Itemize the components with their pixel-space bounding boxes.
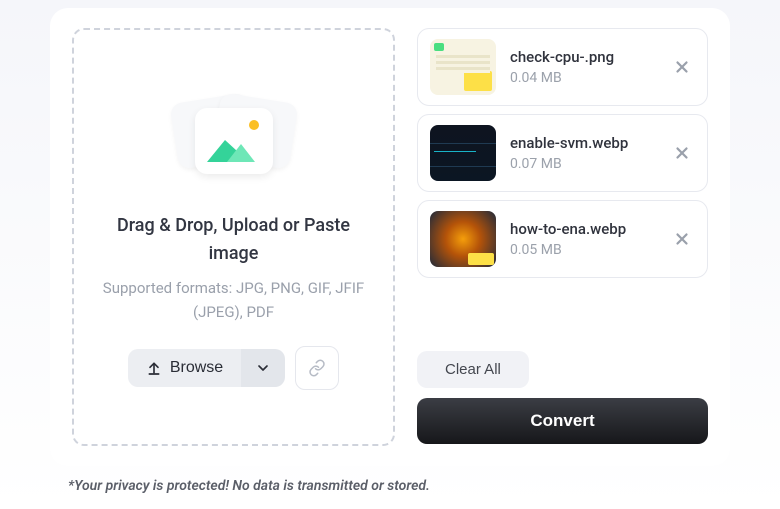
close-icon	[673, 144, 691, 162]
file-name: check-cpu-.png	[510, 48, 655, 66]
actions-row: Clear All Convert	[417, 291, 708, 446]
file-thumbnail	[430, 39, 496, 95]
file-thumbnail	[430, 125, 496, 181]
dropzone-title: Drag & Drop, Upload or Paste image	[88, 212, 379, 268]
link-icon	[308, 359, 326, 377]
browse-label: Browse	[170, 359, 223, 377]
convert-button[interactable]: Convert	[417, 398, 708, 444]
file-thumbnail	[430, 211, 496, 267]
remove-file-button[interactable]	[669, 226, 695, 252]
file-info: enable-svm.webp 0.07 MB	[510, 134, 655, 172]
file-size: 0.05 MB	[510, 242, 655, 258]
remove-file-button[interactable]	[669, 140, 695, 166]
file-card: check-cpu-.png 0.04 MB	[417, 28, 708, 106]
privacy-note: *Your privacy is protected! No data is t…	[68, 478, 780, 494]
file-size: 0.07 MB	[510, 156, 655, 172]
file-size: 0.04 MB	[510, 70, 655, 86]
dropzone-subtitle: Supported formats: JPG, PNG, GIF, JFIF (…	[88, 276, 379, 324]
image-stack-illustration	[174, 94, 294, 194]
file-info: how-to-ena.webp 0.05 MB	[510, 220, 655, 258]
file-card: how-to-ena.webp 0.05 MB	[417, 200, 708, 278]
browse-dropdown-button[interactable]	[241, 349, 285, 387]
file-info: check-cpu-.png 0.04 MB	[510, 48, 655, 86]
file-name: enable-svm.webp	[510, 134, 655, 152]
clear-all-button[interactable]: Clear All	[417, 351, 529, 388]
dropzone[interactable]: Drag & Drop, Upload or Paste image Suppo…	[72, 28, 395, 446]
chevron-down-icon	[255, 360, 271, 376]
remove-file-button[interactable]	[669, 54, 695, 80]
files-column: check-cpu-.png 0.04 MB enable-svm.webp 0…	[417, 28, 708, 446]
upload-icon	[146, 360, 162, 376]
close-icon	[673, 58, 691, 76]
close-icon	[673, 230, 691, 248]
browse-button-group: Browse	[128, 349, 285, 387]
browse-row: Browse	[128, 346, 339, 390]
file-name: how-to-ena.webp	[510, 220, 655, 238]
url-button[interactable]	[295, 346, 339, 390]
upload-panel: Drag & Drop, Upload or Paste image Suppo…	[50, 8, 730, 466]
browse-button[interactable]: Browse	[128, 349, 241, 387]
file-card: enable-svm.webp 0.07 MB	[417, 114, 708, 192]
